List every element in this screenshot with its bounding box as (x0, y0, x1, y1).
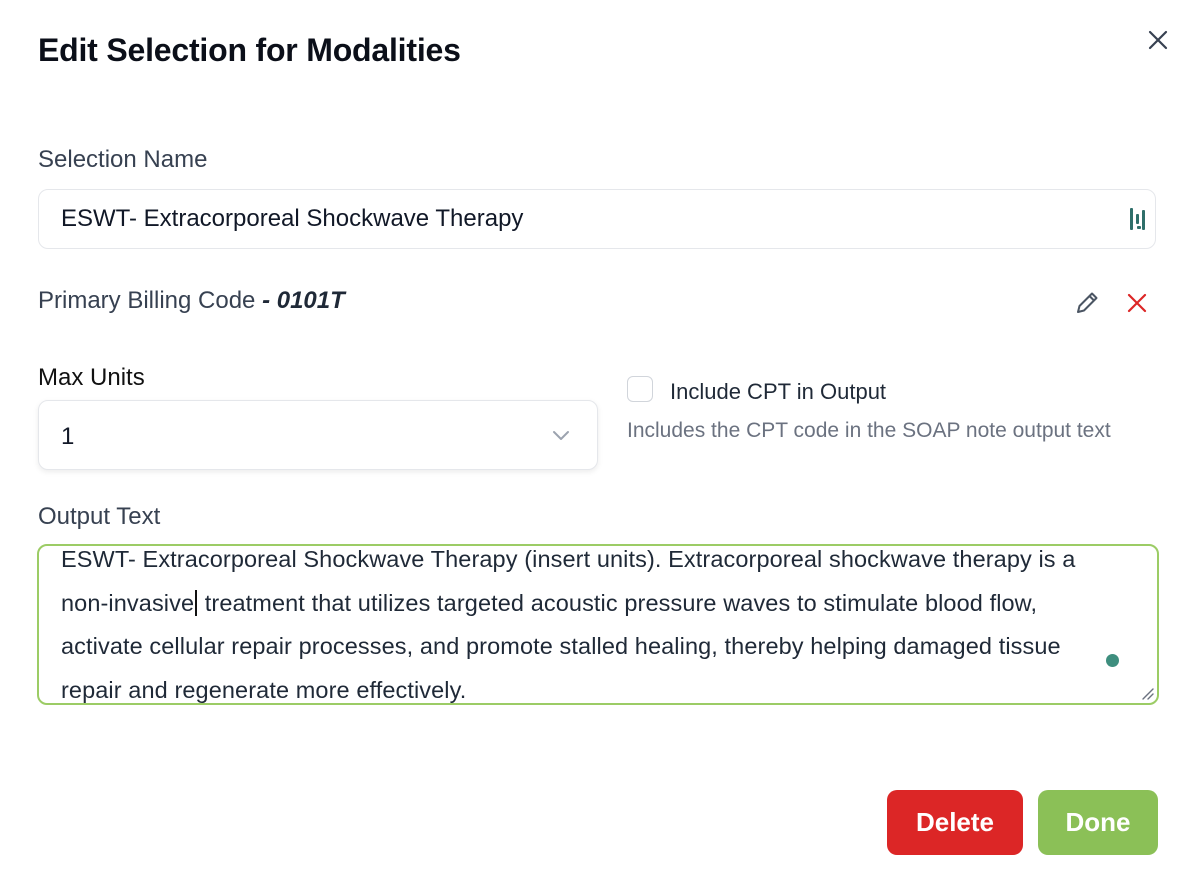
done-button[interactable]: Done (1038, 790, 1158, 855)
include-cpt-checkbox[interactable] (627, 376, 653, 402)
billing-code-separator: - (255, 287, 277, 314)
pencil-icon[interactable] (1072, 288, 1102, 318)
close-button[interactable] (1144, 26, 1172, 54)
output-text-label: Output Text (38, 503, 161, 530)
billing-code-value: 0101T (276, 287, 345, 314)
output-text-area[interactable]: ESWT- Extracorporeal Shockwave Therapy (… (37, 544, 1159, 705)
max-units-select[interactable]: 1 (38, 400, 598, 470)
include-cpt-help-text: Includes the CPT code in the SOAP note o… (627, 419, 1111, 442)
chevron-down-icon (553, 431, 569, 440)
remove-billing-code-icon[interactable] (1124, 290, 1150, 316)
billing-code-label: Primary Billing Code (38, 287, 256, 314)
close-icon (1148, 30, 1168, 50)
max-units-label: Max Units (38, 364, 145, 391)
text-caret (195, 589, 198, 616)
max-units-field: Max Units 1 (38, 360, 598, 470)
dialog-title: Edit Selection for Modalities (38, 32, 461, 68)
status-dot-icon (1106, 654, 1119, 667)
resize-handle-icon[interactable] (1140, 686, 1154, 700)
output-text-content: ESWT- Extracorporeal Shockwave Therapy (… (61, 546, 1091, 703)
selection-name-label: Selection Name (38, 146, 208, 173)
delete-button[interactable]: Delete (887, 790, 1023, 855)
form-helper-extension-icon[interactable] (1128, 206, 1150, 232)
output-text-after-caret: treatment that utilizes targeted acousti… (61, 589, 1061, 703)
primary-billing-code: Primary Billing Code - 0101T (38, 287, 345, 315)
include-cpt-label[interactable]: Include CPT in Output (670, 379, 886, 405)
selection-name-input[interactable] (38, 189, 1156, 249)
max-units-value: 1 (61, 423, 75, 450)
edit-selection-dialog: Edit Selection for Modalities Selection … (0, 0, 1196, 894)
